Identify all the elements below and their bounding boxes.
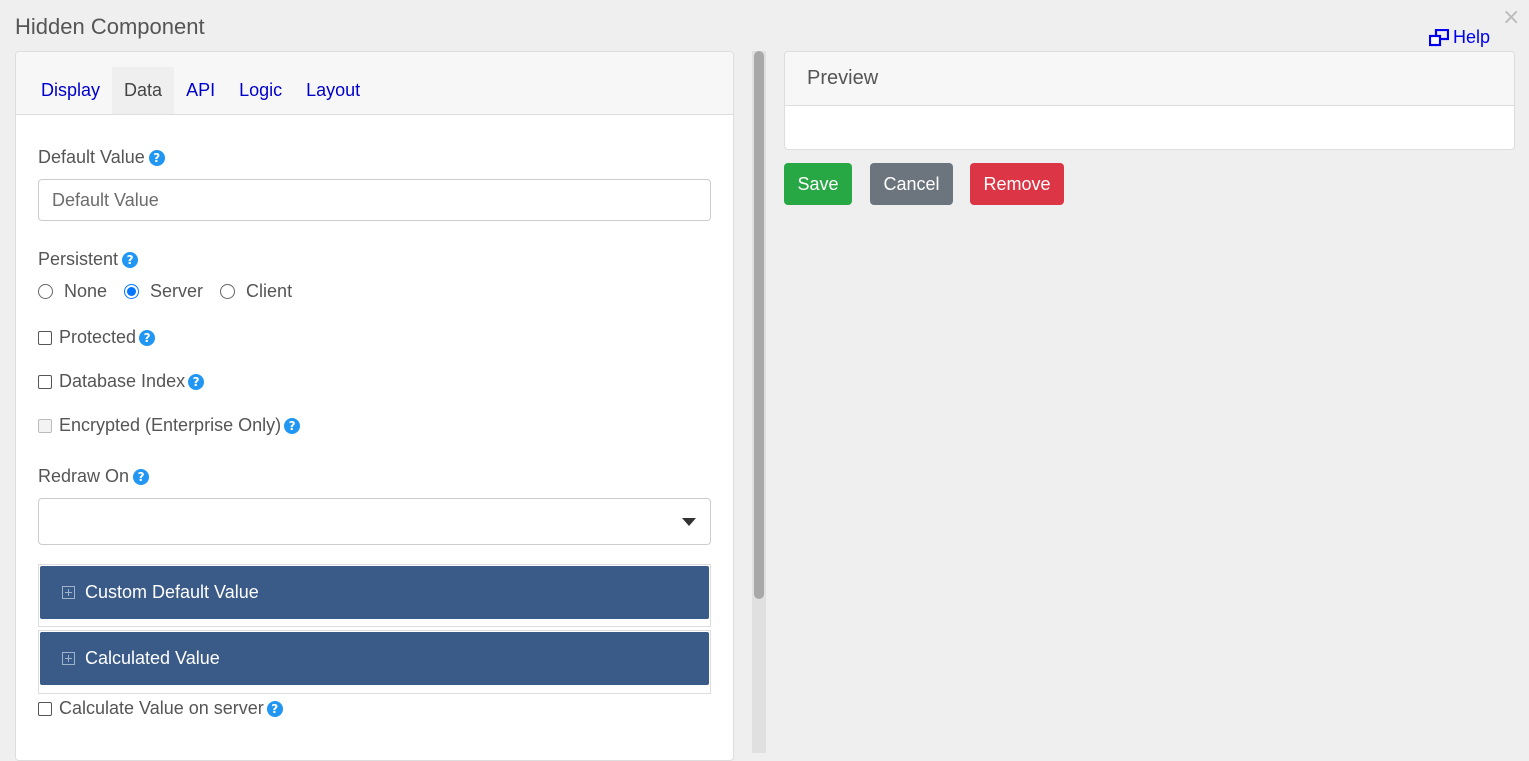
default-value-label: Default Value ? [38,147,165,168]
default-value-input[interactable] [38,179,711,221]
help-link[interactable]: Help [1429,27,1490,48]
persistent-radio-group: None Server Client [38,281,309,302]
tab-api[interactable]: API [174,67,227,114]
encrypted-checkbox [38,418,52,433]
database-index-row: Database Index ? [38,371,205,392]
remove-button[interactable]: Remove [970,163,1064,205]
default-value-label-text: Default Value [38,147,145,167]
calculated-value-title: Calculated Value [85,648,220,668]
plus-square-icon[interactable] [62,586,75,599]
dialog-title: Hidden Component [15,14,205,39]
plus-square-icon[interactable] [62,652,75,665]
redraw-on-label: Redraw On ? [38,466,150,487]
external-window-icon [1429,28,1449,47]
persistent-option-client[interactable]: Client [220,281,292,302]
tab-logic[interactable]: Logic [227,67,294,114]
encrypted-row: Encrypted (Enterprise Only) ? [38,415,301,436]
calculate-on-server-checkbox[interactable] [38,701,52,716]
radio-client[interactable] [220,284,236,299]
database-index-checkbox[interactable] [38,374,52,389]
question-circle-icon[interactable]: ? [122,251,139,268]
persistent-option-none[interactable]: None [38,281,107,302]
question-circle-icon[interactable]: ? [133,468,150,485]
question-circle-icon[interactable]: ? [148,149,165,166]
question-circle-icon[interactable]: ? [284,417,301,434]
redraw-on-label-text: Redraw On [38,466,130,486]
radio-server[interactable] [124,284,140,299]
custom-default-value-panel: Custom Default Value [38,564,711,627]
tab-display[interactable]: Display [29,67,112,114]
protected-row: Protected ? [38,327,156,348]
cancel-button[interactable]: Cancel [870,163,953,205]
protected-label: Protected [59,327,137,347]
tab-data[interactable]: Data [112,67,175,114]
database-index-label: Database Index [59,371,186,391]
custom-default-value-title: Custom Default Value [85,582,259,602]
radio-client-label: Client [246,281,293,301]
preview-panel: Preview [784,51,1515,150]
calculated-value-panel: Calculated Value [38,630,711,694]
scrollbar-thumb[interactable] [754,51,764,599]
tabs-bar: Display Data API Logic Layout [16,52,733,115]
redraw-on-select[interactable] [38,498,711,545]
calculate-on-server-label: Calculate Value on server [59,698,264,718]
question-circle-icon[interactable]: ? [188,373,205,390]
scrollbar[interactable] [752,51,766,753]
component-settings-panel: Display Data API Logic Layout Default Va… [15,51,734,761]
calculated-value-header[interactable]: Calculated Value [40,632,709,685]
caret-down-icon[interactable] [682,518,696,526]
radio-none[interactable] [38,284,53,299]
persistent-label-text: Persistent [38,249,119,269]
custom-default-value-header[interactable]: Custom Default Value [40,566,709,619]
radio-none-label: None [64,281,108,301]
question-circle-icon[interactable]: ? [266,700,283,717]
help-label: Help [1453,27,1491,47]
radio-server-label: Server [150,281,204,301]
protected-checkbox[interactable] [38,330,52,345]
persistent-option-server[interactable]: Server [124,281,203,302]
question-circle-icon[interactable]: ? [139,329,156,346]
persistent-label: Persistent ? [38,249,139,270]
preview-title: Preview [785,52,1514,106]
close-icon[interactable]: × [1502,4,1520,32]
tab-layout[interactable]: Layout [294,67,372,114]
encrypted-label: Encrypted (Enterprise Only) [59,415,282,435]
save-button[interactable]: Save [784,163,852,205]
calculate-on-server-row: Calculate Value on server ? [38,698,283,719]
